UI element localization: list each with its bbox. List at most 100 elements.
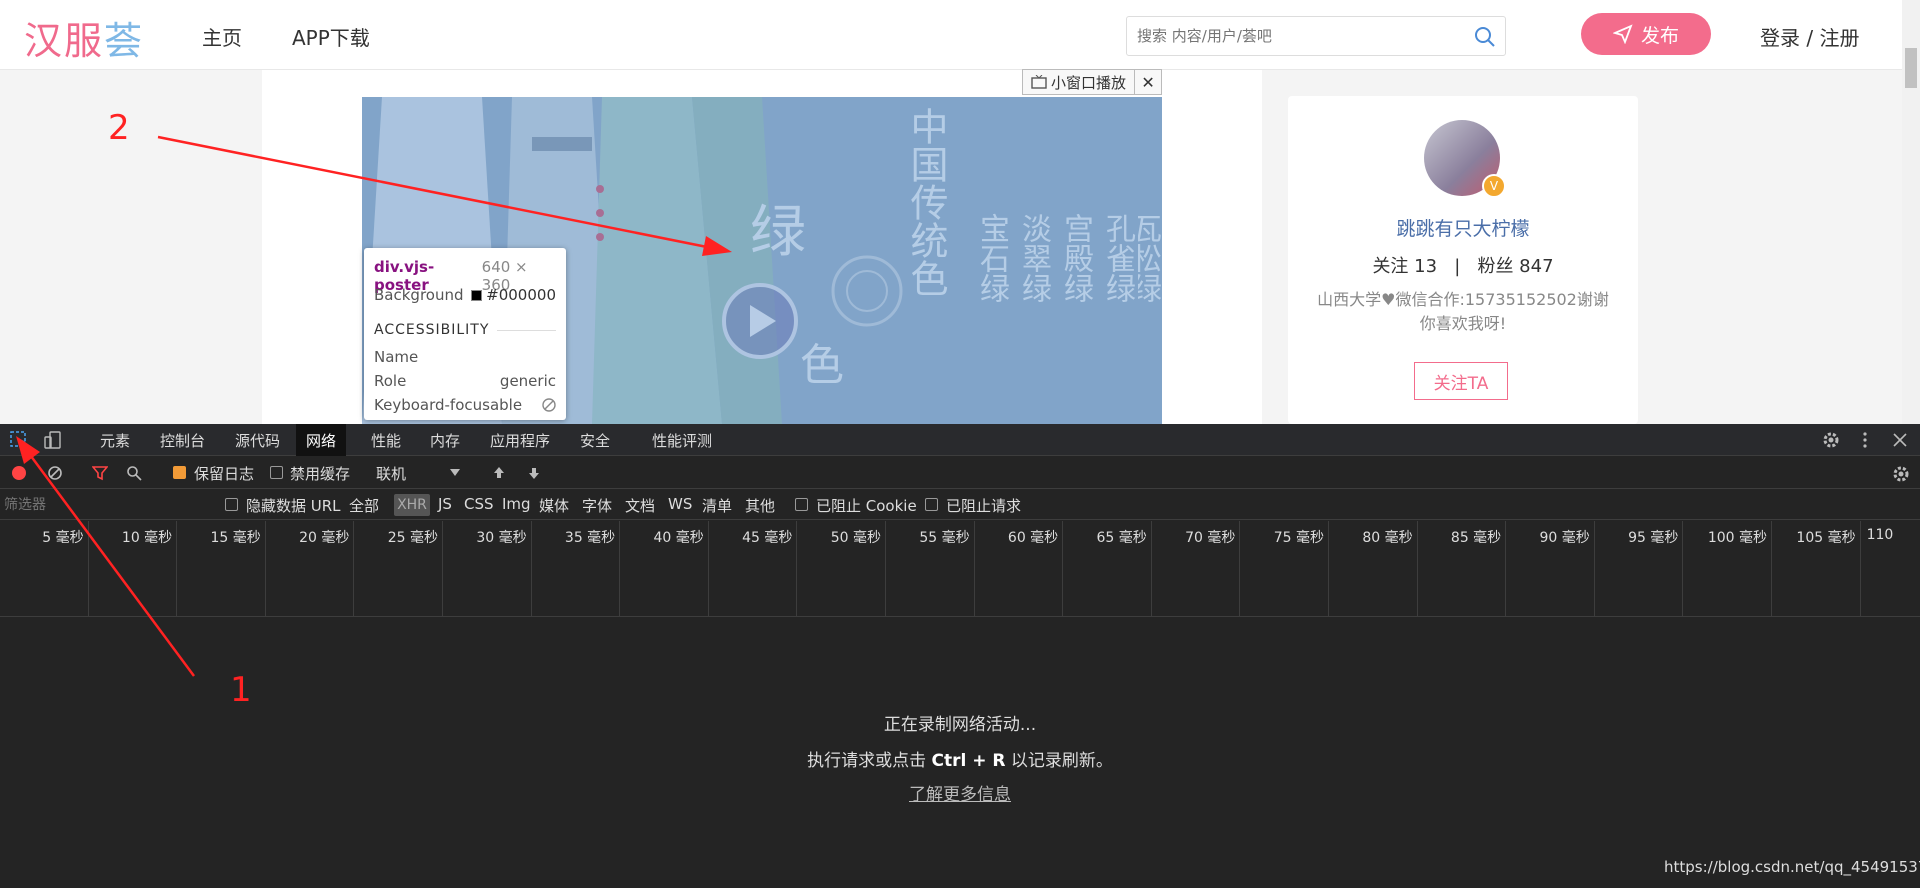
filter-type-media[interactable]: 媒体 <box>539 495 569 516</box>
network-filter-input[interactable] <box>4 494 204 516</box>
export-har-icon[interactable] <box>526 465 542 481</box>
blocked-cookie-checkbox[interactable] <box>795 498 808 511</box>
publish-button[interactable]: 发布 <box>1581 13 1711 55</box>
timeline-tick-label: 75 毫秒 <box>1273 530 1324 546</box>
mini-player-close-icon[interactable]: ✕ <box>1135 70 1161 94</box>
timeline-tick: 45 毫秒 <box>709 521 798 617</box>
timeline-tick-label: 5 毫秒 <box>42 530 84 546</box>
timeline-tick-label: 65 毫秒 <box>1096 530 1147 546</box>
search-icon[interactable] <box>1473 25 1497 49</box>
tab-security[interactable]: 安全 <box>570 424 620 456</box>
timeline-tick: 25 毫秒 <box>354 521 443 617</box>
follow-button[interactable]: 关注TA <box>1414 362 1508 400</box>
timeline-tick: 105 毫秒 <box>1772 521 1861 617</box>
filter-type-manifest[interactable]: 清单 <box>702 495 732 516</box>
preserve-log-checkbox[interactable] <box>173 466 186 479</box>
timeline-tick-label: 100 毫秒 <box>1707 530 1767 546</box>
more-options-icon[interactable] <box>1856 431 1874 449</box>
tv-icon <box>1031 75 1047 89</box>
filter-type-js[interactable]: JS <box>438 495 452 513</box>
filter-type-doc[interactable]: 文档 <box>625 495 655 516</box>
filter-type-ws[interactable]: WS <box>668 495 692 513</box>
network-timeline-overview[interactable]: 5 毫秒 10 毫秒 15 毫秒 20 毫秒 25 毫秒 30 毫秒 35 毫秒 40 毫秒 4… <box>0 521 1920 617</box>
send-icon <box>1612 24 1633 44</box>
filter-type-all[interactable]: 全部 <box>349 495 379 516</box>
timeline-tick-label: 50 毫秒 <box>830 530 881 546</box>
color-swatch-icon <box>471 289 483 301</box>
record-button-icon[interactable] <box>12 466 26 480</box>
tab-application[interactable]: 应用程序 <box>480 424 560 456</box>
blocked-cookie-label: 已阻止 Cookie <box>816 497 917 515</box>
tooltip-divider <box>497 329 556 331</box>
import-har-icon[interactable] <box>491 465 507 481</box>
devtools-panel: 元素 控制台 源代码 网络 性能 内存 应用程序 安全 性能评测 保留日志 禁用… <box>0 424 1920 888</box>
search-network-icon[interactable] <box>126 465 142 481</box>
scrollbar-thumb[interactable] <box>1905 48 1917 88</box>
timeline-tick-label: 95 毫秒 <box>1628 530 1679 546</box>
blocked-requests-checkbox[interactable] <box>925 498 938 511</box>
mini-player-button[interactable]: 小窗口播放 <box>1023 70 1136 94</box>
logo-text-accent: 荟 <box>104 19 145 63</box>
hide-data-url-checkbox[interactable] <box>225 498 238 511</box>
throttle-select[interactable]: 联机 <box>376 463 406 484</box>
preserve-log-label: 保留日志 <box>194 465 255 483</box>
network-filter-bar: 隐藏数据 URL 全部 XHR JS CSS Img 媒体 字体 文档 WS 清… <box>0 490 1920 520</box>
timeline-tick: 85 毫秒 <box>1418 521 1507 617</box>
settings-gear-icon[interactable] <box>1822 431 1840 449</box>
inspect-element-icon[interactable] <box>10 431 28 449</box>
hide-data-url-label: 隐藏数据 URL <box>246 497 341 515</box>
tab-console[interactable]: 控制台 <box>150 424 215 456</box>
disable-cache-checkbox[interactable] <box>270 466 283 479</box>
clear-icon[interactable] <box>47 465 63 481</box>
page-scrollbar[interactable] <box>1902 0 1920 424</box>
timeline-tick-label: 40 毫秒 <box>653 530 704 546</box>
site-logo[interactable]: 汉服荟 <box>24 10 144 65</box>
timeline-tick-label: 55 毫秒 <box>919 530 970 546</box>
filter-type-css[interactable]: CSS <box>464 495 494 513</box>
not-allowed-icon <box>542 398 556 412</box>
tooltip-name-label: Name <box>374 348 419 366</box>
devtools-tabbar: 元素 控制台 源代码 网络 性能 内存 应用程序 安全 性能评测 <box>0 424 1920 456</box>
filter-icon[interactable] <box>92 465 108 481</box>
tab-lighthouse[interactable]: 性能评测 <box>642 424 722 456</box>
user-name[interactable]: 跳跳有只大柠檬 <box>1288 214 1638 241</box>
learn-more-link[interactable]: 了解更多信息 <box>909 785 1011 805</box>
device-toolbar-icon[interactable] <box>44 431 62 449</box>
chevron-down-icon[interactable] <box>450 469 460 477</box>
login-register-link[interactable]: 登录 / 注册 <box>1760 22 1859 51</box>
csdn-watermark: https://blog.csdn.net/qq_45491537 <box>1664 858 1920 876</box>
timeline-tick-label: 25 毫秒 <box>387 530 438 546</box>
tab-network[interactable]: 网络 <box>296 424 347 456</box>
nav-app-download[interactable]: APP下载 <box>292 22 370 51</box>
filter-type-other[interactable]: 其他 <box>745 495 775 516</box>
tab-memory[interactable]: 内存 <box>420 424 470 456</box>
close-devtools-icon[interactable] <box>1892 432 1908 448</box>
verified-badge-icon: V <box>1482 174 1506 198</box>
tab-elements[interactable]: 元素 <box>90 424 140 456</box>
network-settings-icon[interactable] <box>1892 465 1910 483</box>
tooltip-role-label: Role <box>374 372 407 390</box>
timeline-tick: 95 毫秒 <box>1595 521 1684 617</box>
timeline-tick: 100 毫秒 <box>1683 521 1772 617</box>
timeline-tick: 50 毫秒 <box>797 521 886 617</box>
recording-hint-post: 以记录刷新。 <box>1005 751 1113 771</box>
filter-type-xhr[interactable]: XHR <box>394 494 430 516</box>
recording-hint: 执行请求或点击 Ctrl + R 以记录刷新。 <box>0 746 1920 771</box>
user-bio: 山西大学♥微信合作:15735152502谢谢你喜欢我呀! <box>1317 290 1609 333</box>
tab-sources[interactable]: 源代码 <box>225 424 290 456</box>
filter-type-img[interactable]: Img <box>502 495 531 513</box>
timeline-tick: 55 毫秒 <box>886 521 975 617</box>
inspect-tooltip: div.vjs-poster 640 × 360 Background #000… <box>364 248 566 420</box>
timeline-tick-label: 35 毫秒 <box>564 530 616 546</box>
nav-home[interactable]: 主页 <box>202 22 242 51</box>
filter-type-font[interactable]: 字体 <box>582 495 612 516</box>
timeline-tick: 30 毫秒 <box>443 521 532 617</box>
search-input[interactable] <box>1137 25 1457 47</box>
timeline-tick-label: 105 毫秒 <box>1796 530 1856 546</box>
recording-title: 正在录制网络活动... <box>883 715 1037 735</box>
timeline-tick-label: 60 毫秒 <box>1007 530 1059 546</box>
timeline-tick-label: 45 毫秒 <box>742 530 793 546</box>
timeline-tick: 70 毫秒 <box>1152 521 1241 617</box>
tab-performance[interactable]: 性能 <box>361 424 411 456</box>
timeline-tick: 10 毫秒 <box>89 521 178 617</box>
